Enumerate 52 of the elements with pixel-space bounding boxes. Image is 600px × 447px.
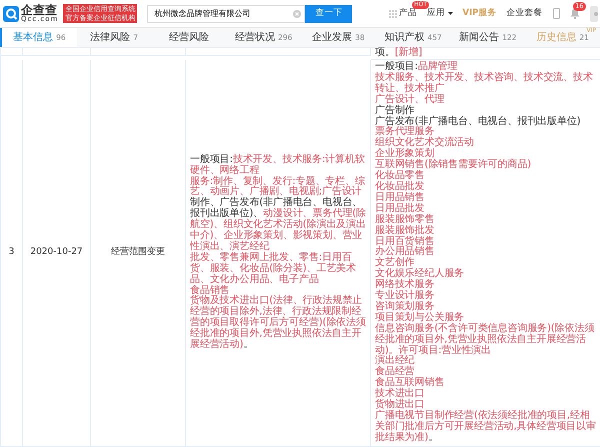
- scope-text: 广告发布(非广播电台、电视台、报刊出版单位): [375, 116, 582, 127]
- scope-text: 广告制作: [375, 106, 416, 116]
- table-cell-text: 3: [8, 246, 14, 260]
- nav-link[interactable]: 应用: [427, 7, 446, 20]
- table-cell-text: 2020-10-27: [30, 246, 83, 260]
- grid-icon[interactable]: [388, 10, 397, 18]
- search-button[interactable]: 查一下: [305, 4, 352, 22]
- scope-text: 文艺创作: [375, 258, 415, 268]
- scope-text: 化妆品零售: [375, 171, 426, 182]
- scope-text: 一般项目:品牌管理: [375, 62, 458, 72]
- phone-icon[interactable]: [552, 8, 560, 19]
- tab[interactable]: 经营风险: [152, 28, 226, 47]
- avatar-icon[interactable]: [590, 6, 598, 22]
- table-cell-text: 经营范围变更: [111, 246, 165, 260]
- scope-text: 日用品批发: [375, 204, 426, 214]
- scope-text: 食品互联网销售: [375, 378, 446, 388]
- scope-text: 专业设计服务: [375, 291, 436, 302]
- scope-text: 化妆品批发: [375, 182, 426, 192]
- clear-icon[interactable]: [293, 10, 302, 18]
- scope-text: 日用百货销售: [375, 236, 436, 246]
- scope-text: 批发、零售兼网上批发、零售:日用百货、服装、化妆品(除分装)、工艺美术品、文化办公用品、电子产品: [190, 252, 358, 285]
- logo-icon: [2, 6, 18, 22]
- scope-text: 一般项目:技术开发、技术服务:计算机软硬件、网络工程: [190, 154, 366, 176]
- scope-text: 日用品销售: [375, 192, 426, 203]
- logo-text: 企查查: [21, 4, 58, 16]
- nav-link[interactable]: 企业套餐: [506, 7, 542, 20]
- scope-text: 票务代理服务: [375, 127, 434, 138]
- scope-text: 演出经纪: [375, 356, 416, 366]
- scope-text: 服装服饰零售: [375, 214, 436, 225]
- scope-text: 食品销售: [190, 286, 230, 296]
- scope-text: 广播电视节目制作经营(依法须经批准的项目,经相关部门批准后方可开展经营活动,具体经营项目以审批结果为准)。: [375, 411, 596, 444]
- scope-text: 文化娱乐经纪人服务: [375, 269, 466, 280]
- scope-text: 项。[新增]: [375, 48, 424, 59]
- scope-text: 技术服务、技术开发、技术咨询、技术交流、技术转让、技术推广: [375, 72, 594, 94]
- scope-text: 组织文化艺术交流活动: [375, 138, 476, 148]
- scope-text: 办公用品销售: [375, 247, 436, 258]
- scope-text: 咨询策划服务: [375, 302, 434, 312]
- scope-text: 广告设计、代理: [375, 94, 446, 105]
- scope-text: 技术进出口: [375, 389, 426, 400]
- scope-text: 项目策划与公关服务: [375, 312, 466, 323]
- scope-text: 货物及技术进出口(法律、行政法规禁止经营的项目除外,法律、行政法规限制经营的项目取得许可后方可经营)(除依法须经批准的项目外,凭营业执照依法自主开展经营活动)。: [190, 296, 366, 352]
- scope-text: 食品经营: [375, 367, 415, 378]
- scope-text: 企业形象策划: [375, 149, 434, 160]
- nav-link[interactable]: 产品: [399, 7, 418, 20]
- scope-text: 货物进出口: [375, 400, 426, 410]
- scope-text: 服务:制作、复制、发行:专题、专栏、综艺、动画片、广播剧、电视剧;广告设计 制作、广告发布(非广播电台、电视台、报刊出版单位)、动漫设计、票务代理(除航空)、组织文化艺术活动(除演出及演出中介)、企业形象策划、影视策划、营业性演出、演艺经纪: [190, 176, 366, 252]
- caret-icon[interactable]: [448, 12, 453, 15]
- scope-text: 服装服饰批发: [375, 226, 436, 236]
- scope-text: 互联网销售(除销售需要许可的商品): [375, 160, 532, 170]
- search-field[interactable]: 杭州微念品牌管理有限公司: [147, 4, 306, 22]
- scope-text: 信息咨询服务(不含许可类信息咨询服务)(除依法须经批准的项目外,凭营业执照依法自主开展经营活动)。许可项目:营业性演出: [375, 324, 596, 356]
- scope-text: 网络技术服务: [375, 280, 436, 290]
